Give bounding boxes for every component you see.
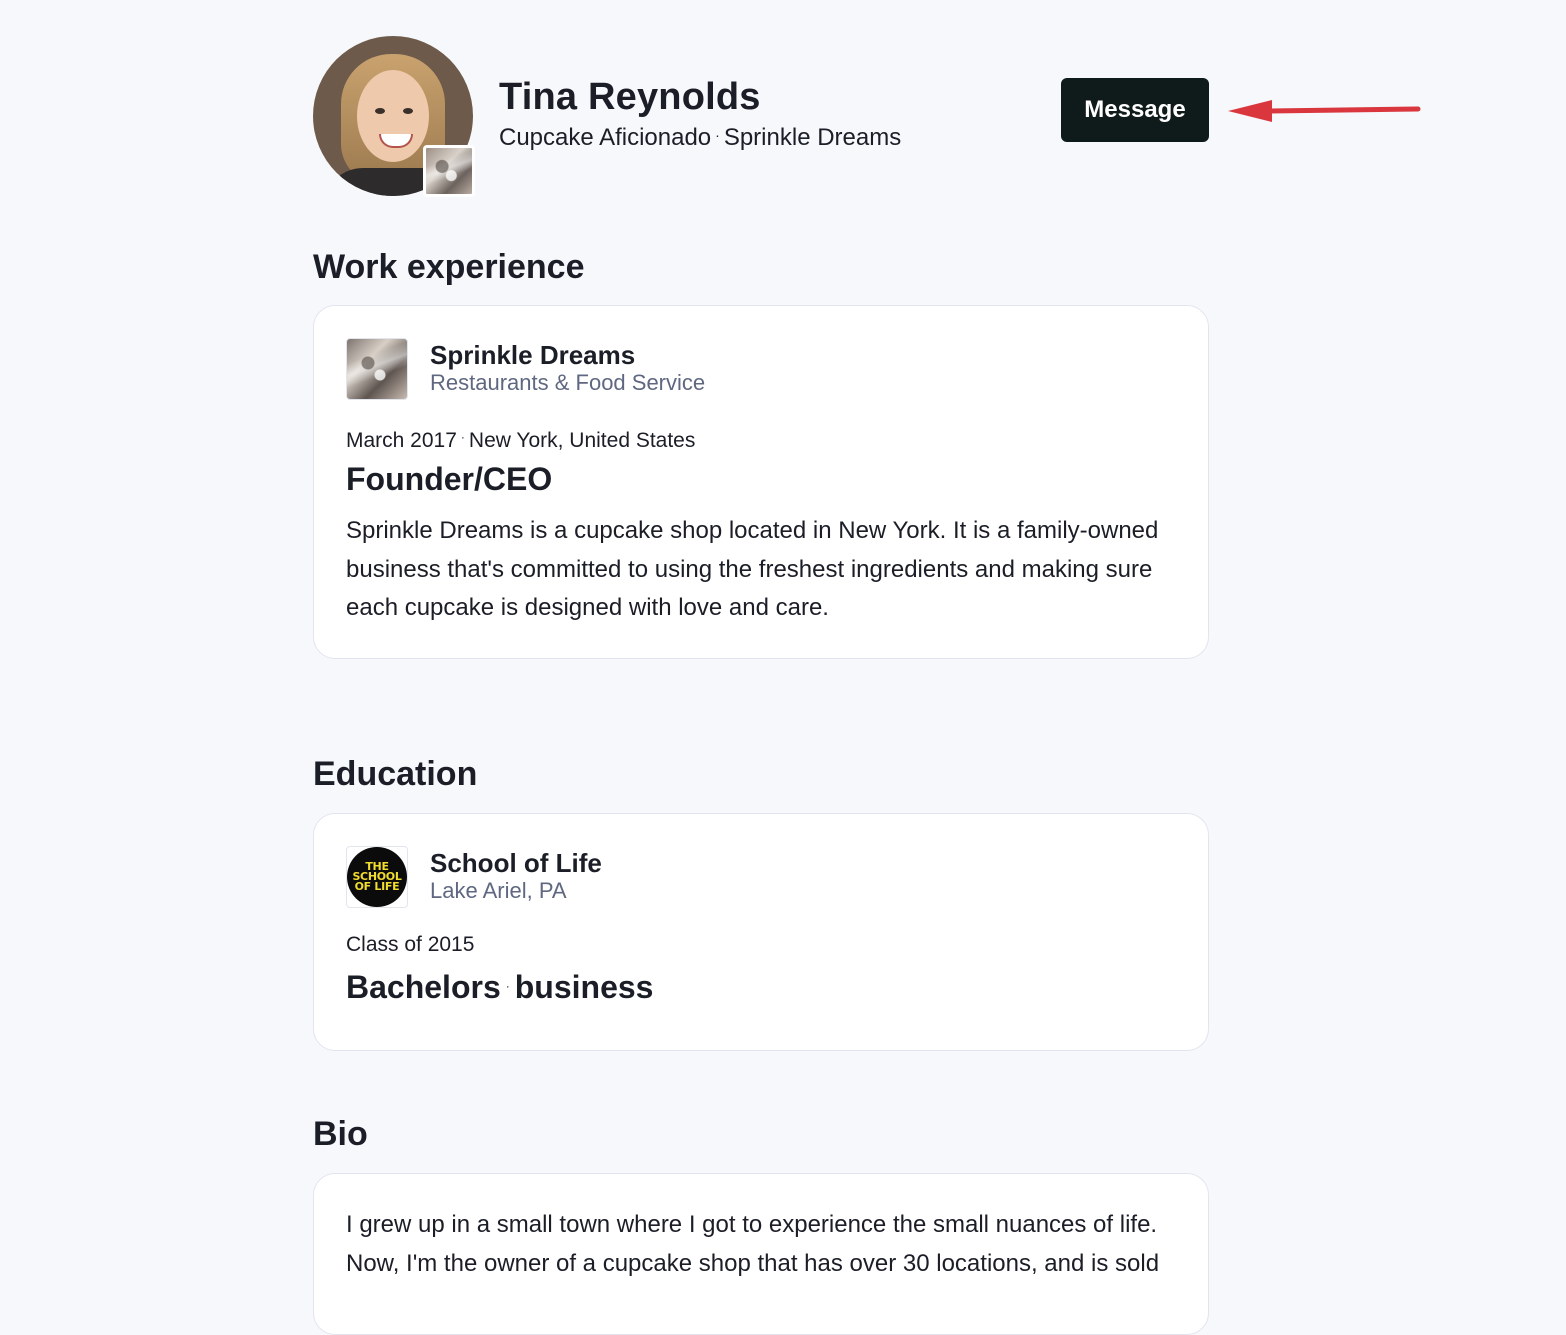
degree-name: Bachelors	[346, 969, 501, 1005]
degree-field: business	[514, 969, 654, 1005]
profile-company[interactable]: Sprinkle Dreams	[724, 124, 901, 151]
separator-dot: ·	[715, 127, 720, 143]
company-badge-logo[interactable]	[423, 145, 475, 197]
work-description: Sprinkle Dreams is a cupcake shop locate…	[346, 517, 1159, 621]
work-role-title: Founder/CEO	[346, 461, 553, 497]
profile-name: Tina Reynolds	[499, 76, 761, 118]
bio-heading: Bio	[313, 1115, 368, 1153]
message-button[interactable]: Message	[1061, 78, 1209, 142]
sprinkle-dreams-logo[interactable]	[346, 338, 408, 400]
separator-dot: ·	[505, 979, 510, 993]
profile-header: Tina Reynolds Cupcake Aficionado · Sprinkl…	[313, 36, 1209, 197]
work-meta: March 2017 · New York, United States	[346, 424, 695, 454]
school-logo-line: OF LIFE	[354, 880, 400, 893]
school-of-life-logo[interactable]: THE SCHOOL OF LIFE	[346, 846, 408, 908]
red-arrow-icon	[1228, 100, 1421, 122]
school-logo-circle: THE SCHOOL OF LIFE	[347, 847, 407, 907]
education-degree: Bachelors · business	[346, 967, 653, 1006]
separator-dot: ·	[460, 430, 465, 444]
bio-card: I grew up in a small town where I got to…	[313, 1173, 1209, 1335]
work-date: March 2017	[346, 429, 457, 452]
work-org-name[interactable]: Sprinkle Dreams	[430, 340, 635, 370]
profile-headline: Cupcake Aficionado	[499, 124, 712, 151]
school-location: Lake Ariel, PA	[430, 878, 567, 903]
education-class-of: Class of 2015	[346, 933, 475, 956]
profile-subtitle: Cupcake Aficionado · Sprinkle Dreams	[499, 120, 901, 153]
bio-text: I grew up in a small town where I got to…	[346, 1211, 1160, 1277]
work-experience-heading: Work experience	[313, 248, 585, 286]
education-heading: Education	[313, 755, 478, 793]
work-org-industry: Restaurants & Food Service	[430, 370, 706, 395]
education-card: THE SCHOOL OF LIFE School of Life Lake A…	[313, 813, 1209, 1051]
work-experience-card: Sprinkle Dreams Restaurants & Food Servi…	[313, 305, 1209, 659]
work-location: New York, United States	[468, 429, 696, 452]
school-name[interactable]: School of Life	[430, 848, 602, 878]
